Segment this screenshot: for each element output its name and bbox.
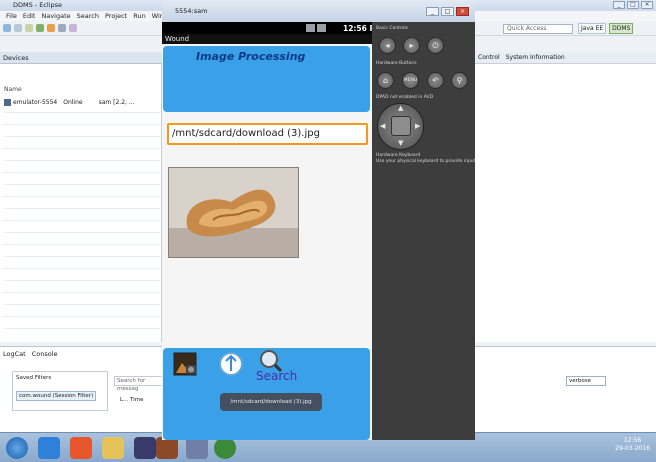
volume-down-icon[interactable]: ◂ (379, 37, 396, 54)
home-icon[interactable]: ⌂ (377, 72, 394, 89)
emu-maximize-button[interactable]: □ (441, 7, 454, 16)
notepad-icon[interactable] (186, 437, 208, 459)
close-button[interactable]: × (641, 1, 653, 9)
dpad-center-button[interactable] (391, 116, 411, 136)
logcat-time-column[interactable]: L... Time (120, 397, 144, 403)
search-icon[interactable]: ⚲ (451, 72, 468, 89)
ie-icon[interactable] (38, 437, 60, 459)
menu-navigate[interactable]: Navigate (41, 12, 70, 20)
image-path-field[interactable]: /mnt/sdcard/download (3).jpg (167, 123, 368, 145)
right-view-tabs: Control System Information (475, 52, 656, 64)
right-views-area (475, 52, 656, 342)
clock-date: 29-03-2016 (615, 445, 650, 452)
save-icon[interactable] (14, 24, 22, 32)
saved-filters-panel: Saved Filters com.wound (Session Filter) (12, 371, 108, 411)
device-icon (4, 99, 11, 106)
menu-search[interactable]: Search (77, 12, 99, 20)
chrome-icon[interactable] (70, 437, 92, 459)
dpad-up-icon[interactable]: ▲ (398, 104, 403, 112)
minimize-button[interactable]: _ (613, 1, 625, 9)
wound-image (168, 167, 299, 258)
dpad-left-icon[interactable]: ◀ (380, 122, 385, 130)
upload-button[interactable] (217, 348, 245, 378)
print-icon[interactable] (25, 24, 33, 32)
status-icons (306, 24, 326, 32)
back-icon[interactable]: ↶ (427, 72, 444, 89)
menu-button[interactable]: MENU (402, 72, 419, 89)
device-name: emulator-5554 (13, 99, 58, 106)
eclipse-icon[interactable] (156, 437, 178, 459)
devices-view (0, 52, 162, 342)
menu-edit[interactable]: Edit (23, 12, 36, 20)
saved-filter-item[interactable]: com.wound (Session Filter) (16, 391, 96, 401)
app-icon[interactable] (134, 437, 156, 459)
hardware-buttons-label: Hardware Buttons (376, 61, 417, 66)
clock-time: 12:56 (623, 437, 642, 444)
app-title-bar (162, 34, 372, 44)
search-label: Search (256, 369, 298, 383)
page-title: Image Processing (196, 50, 306, 63)
tab-control[interactable]: Control (478, 54, 500, 61)
android-icon[interactable] (214, 437, 236, 459)
hardware-keyboard-hint: Use your physical keyboard to provide in… (376, 159, 476, 164)
menu-run[interactable]: Run (133, 12, 145, 20)
perspective-java-ee[interactable]: Java EE (578, 23, 607, 34)
run-icon[interactable] (47, 24, 55, 32)
android-statusbar (162, 22, 372, 34)
maximize-button[interactable]: □ (627, 1, 639, 9)
device-status: Online (63, 99, 83, 106)
emu-minimize-button[interactable]: _ (426, 7, 439, 16)
logcat-tabs: LogCat Console (0, 349, 58, 359)
new-icon[interactable] (3, 24, 11, 32)
device-row[interactable]: emulator-5554 Online sam [2.2, ... (4, 98, 160, 107)
device-target: sam [2.2, ... (98, 99, 135, 106)
emulator-title: 5554:sam (175, 7, 208, 15)
power-icon[interactable]: ⏻ (427, 37, 444, 54)
battery-icon (317, 24, 326, 32)
tab-logcat[interactable]: LogCat (3, 350, 26, 358)
saved-filters-label: Saved Filters (16, 375, 52, 381)
eclipse-title: DDMS - Eclipse (13, 1, 63, 9)
menu-project[interactable]: Project (105, 12, 127, 20)
emu-close-button[interactable]: × (456, 7, 469, 16)
dpad-down-icon[interactable]: ▼ (398, 139, 403, 147)
perspective-switcher: Java EE DDMS (578, 23, 634, 34)
quick-access-input[interactable]: Quick Access (503, 24, 573, 34)
menu-file[interactable]: File (6, 12, 17, 20)
devices-tab-label: Devices (3, 53, 29, 62)
tab-console[interactable]: Console (32, 350, 58, 358)
hardware-keyboard-label: Hardware Keyboard (376, 153, 421, 158)
devices-name-column-header[interactable]: Name (4, 86, 22, 93)
gallery-button[interactable] (172, 349, 200, 379)
external-tools-icon[interactable] (69, 24, 77, 32)
basic-controls-label: Basic Controls (376, 26, 408, 31)
toast-message: /mnt/sdcard/download (3).jpg (220, 393, 322, 411)
eclipse-window-controls: _ □ × (613, 1, 653, 9)
logcat-search-input[interactable]: Search for messag (114, 376, 164, 392)
volume-up-icon[interactable]: ▸ (403, 37, 420, 54)
taskbar-clock[interactable]: 12:56 29-03-2016 (615, 437, 650, 453)
devices-tab[interactable]: Devices (0, 52, 162, 64)
app-title: Wound (165, 35, 190, 43)
search-tool-icon[interactable] (58, 24, 66, 32)
dpad-right-icon[interactable]: ▶ (415, 122, 420, 130)
debug-icon[interactable] (36, 24, 44, 32)
perspective-ddms[interactable]: DDMS (609, 23, 634, 34)
signal-icon (306, 24, 315, 32)
dpad-label: DPAD not enabled in AVD (376, 95, 434, 100)
log-level-select[interactable]: verbose (566, 376, 606, 386)
emulator-window-controls: _ □ × (426, 7, 469, 16)
explorer-icon[interactable] (102, 437, 124, 459)
tab-system-information[interactable]: System Information (506, 54, 565, 61)
start-button[interactable] (6, 437, 28, 459)
